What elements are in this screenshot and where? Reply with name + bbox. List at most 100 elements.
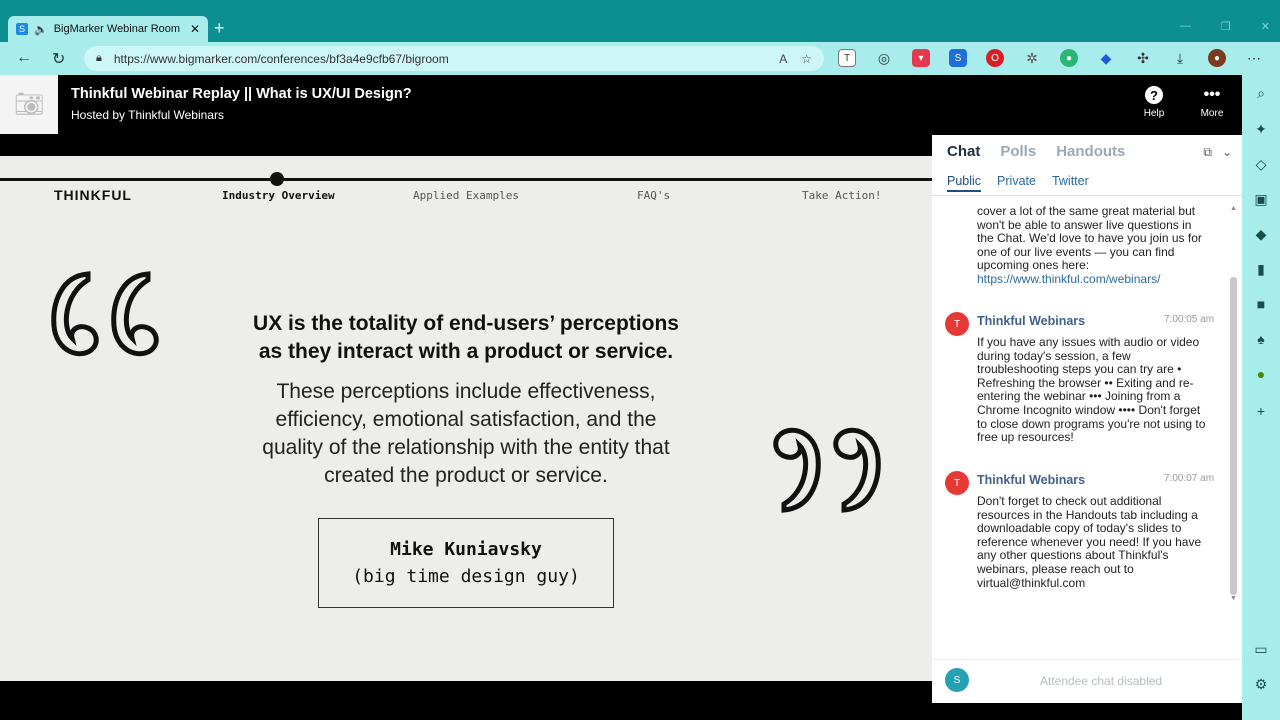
message-line: If you have any issues with audio or vid… bbox=[977, 335, 1200, 349]
message-line: Chrome Incognito window •••• Don't forge… bbox=[977, 402, 1201, 417]
message-line: entering the webinar ••• Joining from a bbox=[977, 389, 1181, 404]
opera-icon[interactable]: O bbox=[986, 49, 1004, 67]
webinar-host: Hosted by Thinkful Webinars bbox=[71, 108, 224, 122]
slide-progress-marker bbox=[270, 172, 284, 186]
sparkle-icon[interactable]: ✦ bbox=[1251, 121, 1271, 138]
browser-tab[interactable]: S 🔈 BigMarker Webinar Room ✕ bbox=[8, 16, 208, 42]
more-dots-icon: ••• bbox=[1203, 86, 1221, 103]
browser-menu-icon[interactable]: ⋯ bbox=[1245, 49, 1263, 67]
restore-icon[interactable]: ❐ bbox=[1221, 20, 1231, 33]
message-line: cover a lot of the same great material b… bbox=[977, 204, 1196, 218]
subtab-public[interactable]: Public bbox=[947, 174, 982, 192]
message-line: resources in the Handouts tab including … bbox=[977, 507, 1198, 522]
back-icon[interactable]: ← bbox=[16, 49, 32, 67]
address-bar[interactable]: 🔒︎ https://www.bigmarker.com/conferences… bbox=[84, 46, 824, 71]
quote-attribution: Mike Kuniavsky (big time design guy) bbox=[318, 518, 614, 608]
extensions-puzzle-icon[interactable]: ✣ bbox=[1134, 49, 1152, 67]
extension-1-icon[interactable]: T bbox=[838, 49, 856, 67]
slide-nav-take-action: Take Action! bbox=[802, 189, 882, 202]
close-quote-icon bbox=[773, 427, 881, 513]
window-controls: — ❐ ✕ bbox=[1180, 20, 1270, 33]
quote-detail-line-2: efficiency, emotional satisfaction, and … bbox=[275, 408, 657, 431]
extension-green-icon[interactable]: ● bbox=[1060, 49, 1078, 67]
office-icon[interactable]: ▮ bbox=[1251, 261, 1271, 278]
help-button[interactable]: ? Help bbox=[1134, 86, 1174, 119]
extension-s-icon[interactable]: S bbox=[949, 49, 967, 67]
help-icon: ? bbox=[1145, 86, 1163, 104]
webinar-title: Thinkful Webinar Replay || What is UX/UI… bbox=[71, 86, 412, 102]
search-icon[interactable]: ⌕ bbox=[1251, 85, 1271, 102]
games-icon[interactable]: ◆ bbox=[1251, 226, 1271, 243]
tab-title: BigMarker Webinar Room bbox=[53, 23, 181, 35]
webinars-link[interactable]: https://www.thinkful.com/webinars/ bbox=[977, 272, 1225, 287]
settings-gear-icon[interactable]: ⚙ bbox=[1251, 676, 1271, 693]
favorite-star-icon[interactable]: ☆ bbox=[801, 52, 812, 66]
more-button[interactable]: ••• More bbox=[1192, 86, 1232, 119]
quote-detail-line-3: quality of the relationship with the ent… bbox=[262, 436, 670, 459]
subtab-twitter[interactable]: Twitter bbox=[1052, 174, 1089, 192]
collapse-chevron-icon[interactable]: ⌄ bbox=[1222, 145, 1232, 160]
close-tab-icon[interactable]: ✕ bbox=[190, 22, 200, 36]
message-line: troubleshooting steps you can try are • bbox=[977, 362, 1182, 377]
self-avatar: S bbox=[945, 668, 969, 692]
slide-nav-industry-overview: Industry Overview bbox=[222, 189, 335, 202]
extension-bug-icon[interactable]: ✲ bbox=[1023, 49, 1041, 67]
tab-handouts[interactable]: Handouts bbox=[1056, 143, 1125, 160]
attribution-role: (big time design guy) bbox=[352, 566, 580, 587]
message-line: free up resources! bbox=[977, 430, 1074, 445]
lock-icon[interactable]: 🔒︎ bbox=[96, 52, 102, 65]
attribution-name: Mike Kuniavsky bbox=[390, 539, 542, 560]
extension-p-icon[interactable]: ● bbox=[1251, 366, 1271, 382]
sender-avatar: T bbox=[945, 471, 969, 495]
profile-avatar[interactable]: ● bbox=[1208, 49, 1226, 67]
extension-icons: T ◎ ▾ S O ✲ ● ◆ ✣ ⤓ ● ⋯ bbox=[838, 49, 1263, 67]
slide-nav-faqs: FAQ's bbox=[637, 189, 671, 202]
url-text[interactable]: https://www.bigmarker.com/conferences/bf… bbox=[114, 52, 779, 66]
message-line: Refreshing the browser •• Exiting and re… bbox=[977, 375, 1194, 390]
panel-controls: ⧉ ⌄ bbox=[1203, 145, 1232, 160]
message-line: the Chat. We'd love to have you join us … bbox=[977, 231, 1202, 246]
slide-nav-applied-examples: Applied Examples bbox=[413, 189, 519, 202]
extension-2-icon[interactable]: ◎ bbox=[875, 49, 893, 67]
message-line: during today's session, a few bbox=[977, 348, 1131, 363]
message-line: webinars, please reach out to bbox=[977, 561, 1134, 576]
drop-icon[interactable]: ♠ bbox=[1251, 331, 1271, 347]
reload-icon[interactable]: ↻ bbox=[52, 49, 65, 69]
quote-main-line-2: as they interact with a product or servi… bbox=[258, 340, 674, 363]
camera-icon[interactable]: 📷︎ bbox=[0, 75, 58, 134]
popout-icon[interactable]: ⧉ bbox=[1203, 145, 1212, 160]
close-window-icon[interactable]: ✕ bbox=[1261, 20, 1270, 33]
extension-blue-icon[interactable]: ◆ bbox=[1097, 49, 1115, 67]
read-aloud-icon[interactable]: A bbox=[779, 52, 787, 66]
chat-message-list[interactable]: cover a lot of the same great material b… bbox=[932, 197, 1230, 607]
scroll-down-icon[interactable]: ▼ bbox=[1230, 595, 1237, 602]
chat-message-body: Don't forget to check out additional res… bbox=[977, 494, 1225, 590]
subtab-private[interactable]: Private bbox=[997, 174, 1036, 192]
chat-panel: Chat Polls Handouts ⧉ ⌄ Public Private T… bbox=[932, 135, 1242, 703]
new-tab-button[interactable]: + bbox=[214, 18, 225, 39]
tab-polls[interactable]: Polls bbox=[1000, 143, 1036, 160]
tag-icon[interactable]: ◇ bbox=[1251, 156, 1271, 173]
tab-chat[interactable]: Chat bbox=[947, 143, 980, 160]
quote-main: UX is the totality of end-users’ percept… bbox=[160, 310, 772, 366]
message-time: 7:00:07 am bbox=[1164, 473, 1215, 484]
downloads-icon[interactable]: ⤓ bbox=[1171, 49, 1189, 67]
scroll-up-icon[interactable]: ▲ bbox=[1230, 205, 1237, 212]
chat-disabled-notice: Attendee chat disabled bbox=[1040, 674, 1163, 688]
speaker-icon[interactable]: 🔈 bbox=[34, 23, 48, 36]
subtab-divider bbox=[932, 195, 1242, 196]
sidebar-layout-icon[interactable]: ▭ bbox=[1251, 641, 1271, 658]
slide-progress-line bbox=[0, 178, 932, 181]
message-line: to close down programs you're not using … bbox=[977, 416, 1206, 431]
add-icon[interactable]: + bbox=[1251, 403, 1271, 419]
chat-scrollbar-thumb[interactable] bbox=[1230, 277, 1237, 595]
quote-detail: These perceptions include effectiveness,… bbox=[160, 378, 772, 490]
message-line: any other questions about Thinkful's bbox=[977, 548, 1169, 563]
panel-tabs: Chat Polls Handouts bbox=[947, 143, 1125, 160]
message-time: 7:00:05 am bbox=[1164, 314, 1215, 325]
briefcase-icon[interactable]: ▣ bbox=[1251, 191, 1271, 208]
minimize-icon[interactable]: — bbox=[1180, 20, 1191, 33]
pocket-icon[interactable]: ▾ bbox=[912, 49, 930, 67]
chat-message-body: If you have any issues with audio or vid… bbox=[977, 335, 1225, 445]
outlook-icon[interactable]: ■ bbox=[1251, 296, 1271, 312]
